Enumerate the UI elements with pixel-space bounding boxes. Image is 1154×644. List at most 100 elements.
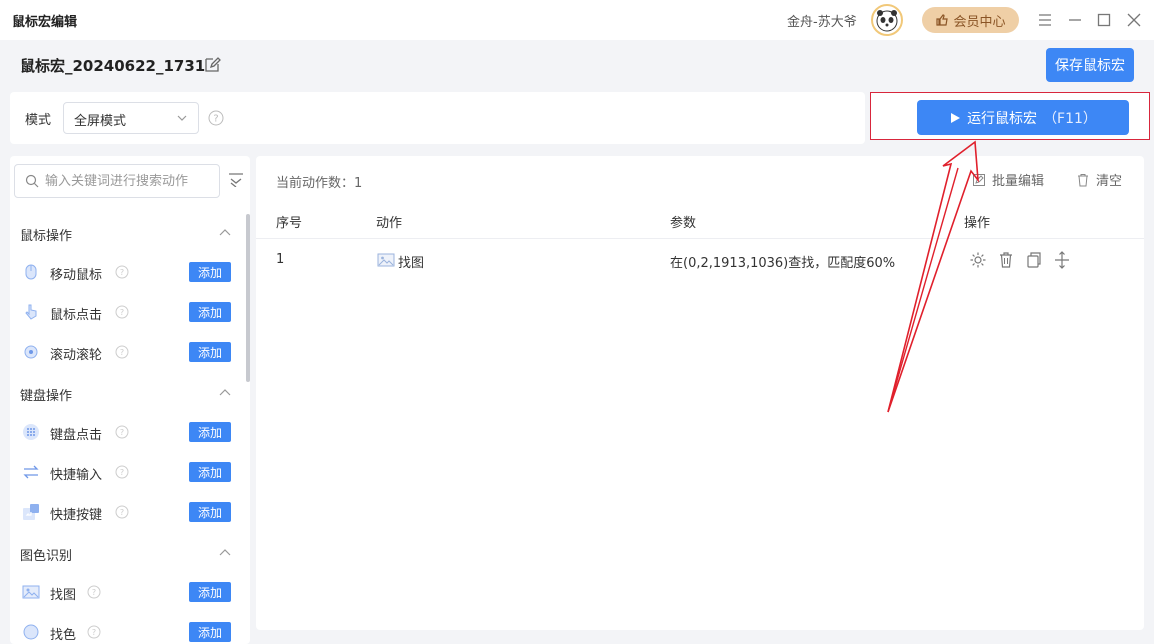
svg-text:?: ? [120, 468, 124, 477]
help-icon[interactable]: ? [115, 305, 129, 319]
help-icon[interactable]: ? [208, 110, 224, 126]
quick-input-icon [23, 465, 39, 479]
list-item: 找图 ? 添加 [10, 576, 246, 606]
column-header-operations: 操作 [964, 216, 991, 231]
batch-edit-button[interactable]: 批量编辑 [972, 170, 1044, 189]
mouse-click-icon [25, 304, 37, 320]
drag-move-icon[interactable] [1053, 251, 1071, 269]
clear-button[interactable]: 清空 [1076, 170, 1122, 189]
item-label: 键盘点击 [50, 428, 103, 443]
search-box[interactable] [14, 164, 220, 198]
item-label: 快捷输入 [50, 468, 103, 483]
group-title-keyboard: 键盘操作 [20, 389, 73, 404]
menu-icon[interactable] [1035, 10, 1055, 30]
avatar[interactable] [871, 4, 903, 36]
add-button[interactable]: 添加 [189, 262, 231, 282]
run-panel: 运行鼠标宏 （F11） [870, 92, 1150, 140]
thumbs-up-icon [936, 14, 949, 26]
list-item: 找色 ? 添加 [10, 616, 246, 644]
maximize-icon[interactable] [1094, 10, 1114, 30]
run-label: 运行鼠标宏 [967, 110, 1038, 127]
sidebar-scrollbar[interactable] [246, 214, 250, 382]
image-icon [22, 585, 40, 599]
row-params: 在(0,2,1913,1036)查找，匹配度60% [670, 256, 896, 271]
minimize-icon[interactable] [1065, 10, 1085, 30]
save-macro-button[interactable]: 保存鼠标宏 [1046, 48, 1134, 82]
row-action: 找图 [398, 256, 425, 271]
edit-name-icon[interactable] [203, 56, 221, 74]
batch-edit-icon [973, 173, 985, 186]
settings-icon[interactable] [969, 251, 987, 269]
chevron-up-icon[interactable] [218, 547, 232, 557]
svg-text:?: ? [120, 268, 124, 277]
list-item: 滚动滚轮 ? 添加 [10, 336, 246, 366]
help-icon[interactable]: ? [87, 625, 101, 639]
batch-edit-label: 批量编辑 [992, 174, 1045, 189]
column-header-params: 参数 [670, 216, 697, 231]
trash-icon [1078, 173, 1088, 186]
svg-text:?: ? [120, 428, 124, 437]
column-header-index: 序号 [276, 216, 303, 231]
copy-icon[interactable] [1025, 251, 1043, 269]
group-title-image-color: 图色识别 [20, 549, 73, 564]
scroll-wheel-icon [24, 345, 38, 359]
color-picker-icon [23, 624, 39, 640]
add-button[interactable]: 添加 [189, 622, 231, 642]
mode-select[interactable]: 全屏模式 [63, 102, 199, 134]
svg-text:?: ? [120, 348, 124, 357]
chevron-down-icon [177, 115, 187, 121]
add-button[interactable]: 添加 [189, 582, 231, 602]
column-header-action: 动作 [376, 216, 403, 231]
list-item: 键盘点击 ? 添加 [10, 416, 246, 446]
add-button[interactable]: 添加 [189, 502, 231, 522]
action-list-panel: 当前动作数：1 批量编辑 清空 序号 动作 参数 操作 1 找图 在(0,2,1… [256, 156, 1144, 630]
header-divider [256, 238, 1144, 239]
macro-header: 鼠标宏_20240622_1731 保存鼠标宏 [0, 40, 1154, 90]
help-icon[interactable]: ? [115, 345, 129, 359]
run-macro-button[interactable]: 运行鼠标宏 （F11） [917, 100, 1129, 135]
svg-text:?: ? [120, 308, 124, 317]
title-bar: 鼠标宏编辑 金舟-苏大爷 会员中心 [0, 0, 1154, 40]
add-button[interactable]: 添加 [189, 422, 231, 442]
chevron-up-icon[interactable] [218, 387, 232, 397]
macro-name: 鼠标宏_20240622_1731 [20, 57, 206, 75]
vip-label: 会员中心 [953, 14, 1006, 30]
table-row[interactable]: 1 找图 在(0,2,1913,1036)查找，匹配度60% [256, 240, 1144, 282]
mode-label: 模式 [25, 113, 52, 128]
mode-value: 全屏模式 [74, 114, 127, 129]
item-label: 快捷按键 [50, 508, 103, 523]
help-icon[interactable]: ? [87, 585, 101, 599]
window-title: 鼠标宏编辑 [12, 15, 78, 30]
svg-text:?: ? [92, 628, 96, 637]
collapse-all-icon[interactable] [228, 173, 244, 187]
add-button[interactable]: 添加 [189, 342, 231, 362]
item-label: 找图 [50, 588, 77, 603]
keyboard-icon [23, 424, 39, 440]
help-icon[interactable]: ? [115, 425, 129, 439]
vip-center-button[interactable]: 会员中心 [922, 7, 1019, 33]
delete-icon[interactable] [997, 251, 1015, 269]
add-button[interactable]: 添加 [189, 302, 231, 322]
row-index: 1 [276, 252, 285, 267]
group-title-mouse: 鼠标操作 [20, 229, 73, 244]
close-icon[interactable] [1124, 10, 1144, 30]
hotkey-icon [23, 504, 39, 520]
mouse-move-icon [25, 264, 37, 280]
list-item: 移动鼠标 ? 添加 [10, 256, 246, 286]
play-icon [951, 112, 961, 123]
svg-text:?: ? [92, 588, 96, 597]
svg-text:?: ? [213, 114, 218, 125]
panda-avatar-icon [876, 10, 898, 32]
help-icon[interactable]: ? [115, 265, 129, 279]
help-icon[interactable]: ? [115, 465, 129, 479]
item-label: 找色 [50, 628, 77, 643]
help-icon[interactable]: ? [115, 505, 129, 519]
add-button[interactable]: 添加 [189, 462, 231, 482]
search-input[interactable] [45, 172, 215, 190]
image-icon [377, 253, 395, 267]
item-label: 滚动滚轮 [50, 348, 103, 363]
svg-text:?: ? [120, 508, 124, 517]
chevron-up-icon[interactable] [218, 227, 232, 237]
user-name[interactable]: 金舟-苏大爷 [787, 11, 857, 30]
search-icon [25, 174, 39, 188]
